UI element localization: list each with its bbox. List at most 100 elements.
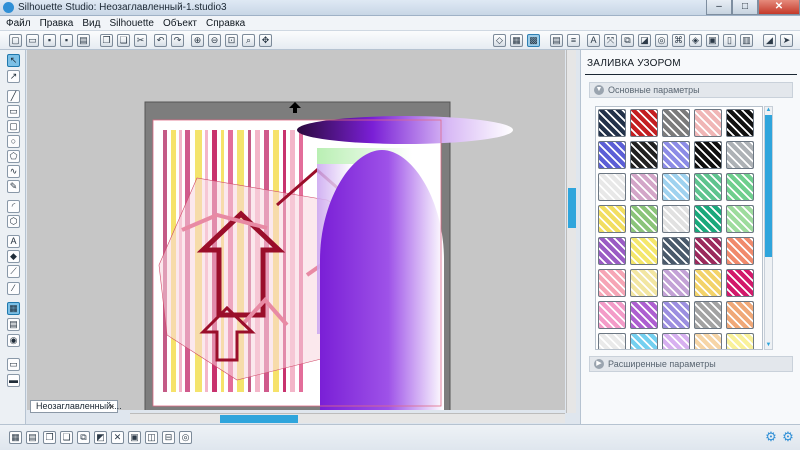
eraser-tool-icon[interactable]: ◆ — [7, 250, 20, 263]
divide-icon[interactable]: ◫ — [145, 431, 158, 444]
new-document-icon[interactable]: ▢ — [9, 34, 22, 47]
pattern-swatch[interactable] — [662, 237, 690, 265]
pattern-swatch[interactable] — [630, 269, 658, 297]
purple-oval-shape[interactable] — [320, 150, 444, 412]
pattern-swatch[interactable] — [630, 301, 658, 329]
pattern-swatch[interactable] — [694, 205, 722, 233]
pattern-swatch[interactable] — [630, 109, 658, 137]
pattern-swatch[interactable] — [662, 173, 690, 201]
pattern-swatch[interactable] — [662, 269, 690, 297]
grid-icon[interactable]: ▦ — [510, 34, 523, 47]
ungroup-icon[interactable]: ▤ — [26, 431, 39, 444]
pattern-swatch[interactable] — [598, 205, 626, 233]
pattern-swatch[interactable] — [694, 301, 722, 329]
pattern-swatch[interactable] — [726, 173, 754, 201]
pattern-swatch[interactable] — [598, 333, 626, 349]
cut-style-icon[interactable]: ▯ — [723, 34, 736, 47]
pattern-swatch[interactable] — [598, 301, 626, 329]
rectangle-tool-icon[interactable]: ▭ — [7, 105, 20, 118]
ellipse-tool-icon[interactable]: ○ — [7, 135, 20, 148]
settings-gear-icon[interactable]: ⚙ — [764, 430, 778, 444]
store-tool-icon[interactable]: ◉ — [7, 334, 20, 347]
pattern-swatch[interactable] — [598, 237, 626, 265]
pattern-swatch[interactable] — [726, 333, 754, 349]
unlock-icon[interactable]: ◎ — [179, 431, 192, 444]
replicate-icon[interactable]: ⧉ — [621, 34, 634, 47]
pattern-swatch[interactable] — [694, 333, 722, 349]
eyedropper-tool-icon[interactable]: ⁄ — [7, 282, 20, 295]
menu-silhouette[interactable]: Silhouette — [109, 18, 153, 29]
pattern-swatch[interactable] — [630, 333, 658, 349]
vertical-scroll-thumb[interactable] — [568, 188, 576, 228]
menu-edit[interactable]: Правка — [40, 18, 74, 29]
pattern-swatch[interactable] — [630, 141, 658, 169]
horizontal-scroll-thumb[interactable] — [220, 415, 298, 423]
undo-icon[interactable]: ↶ — [154, 34, 167, 47]
pattern-scroll-thumb[interactable] — [765, 115, 772, 257]
advanced-settings-header[interactable]: ▶ Расширенные параметры — [589, 356, 793, 372]
zoom-in-icon[interactable]: ⊕ — [191, 34, 204, 47]
registration-icon[interactable]: ▩ — [527, 34, 540, 47]
scroll-up-icon[interactable]: ▲ — [765, 107, 772, 114]
pattern-swatch[interactable] — [726, 109, 754, 137]
text-style-icon[interactable]: A — [587, 34, 600, 47]
design-canvas[interactable] — [27, 50, 565, 413]
curve-tool-icon[interactable]: ∿ — [7, 165, 20, 178]
intersect-icon[interactable]: ✕ — [111, 431, 124, 444]
pattern-swatch[interactable] — [598, 173, 626, 201]
fill-color-icon[interactable]: ▤ — [550, 34, 563, 47]
document-tab[interactable]: Неозаглавленный-... x — [30, 400, 122, 413]
pattern-swatch[interactable] — [726, 269, 754, 297]
design-area-icon[interactable]: ▦ — [7, 302, 20, 315]
menu-view[interactable]: Вид — [82, 18, 100, 29]
close-tab-icon[interactable]: x — [110, 401, 115, 412]
offset-icon[interactable]: ◎ — [655, 34, 668, 47]
cut-icon[interactable]: ✂ — [134, 34, 147, 47]
pattern-swatch[interactable] — [694, 237, 722, 265]
crop-icon[interactable]: ▣ — [128, 431, 141, 444]
knife-tool-icon[interactable]: ⟋ — [7, 265, 20, 278]
lock-icon[interactable]: ⊟ — [162, 431, 175, 444]
regular-polygon-tool-icon[interactable]: ⬡ — [7, 215, 20, 228]
minimize-button[interactable]: – — [706, 0, 732, 15]
copy-icon[interactable]: ❐ — [100, 34, 113, 47]
knife-icon[interactable]: ◢ — [763, 34, 776, 47]
library-tool-icon[interactable]: ▤ — [7, 318, 20, 331]
scroll-down-icon[interactable]: ▼ — [765, 342, 772, 349]
compound-path-icon[interactable]: ❐ — [43, 431, 56, 444]
pattern-swatch[interactable] — [662, 109, 690, 137]
release-compound-icon[interactable]: ❏ — [60, 431, 73, 444]
text-tool-icon[interactable]: A — [7, 235, 20, 248]
basic-settings-header[interactable]: ▼ Основные параметры — [589, 82, 793, 98]
page-setup-icon[interactable]: ◇ — [493, 34, 506, 47]
zoom-fit-icon[interactable]: ⊡ — [225, 34, 238, 47]
pattern-swatch[interactable] — [662, 205, 690, 233]
maximize-button[interactable]: □ — [732, 0, 758, 15]
freehand-tool-icon[interactable]: ✎ — [7, 180, 20, 193]
redo-icon[interactable]: ↷ — [171, 34, 184, 47]
store-icon[interactable]: ▣ — [706, 34, 719, 47]
pattern-swatch[interactable] — [726, 141, 754, 169]
pattern-swatch[interactable] — [598, 141, 626, 169]
canvas-workspace[interactable] — [27, 50, 565, 413]
open-icon[interactable]: ▭ — [26, 34, 39, 47]
pattern-swatch[interactable] — [662, 141, 690, 169]
pattern-swatch[interactable] — [598, 269, 626, 297]
pattern-swatch[interactable] — [726, 237, 754, 265]
polygon-tool-icon[interactable]: ⬠ — [7, 150, 20, 163]
cut-window-icon[interactable]: ▭ — [7, 358, 20, 371]
arc-tool-icon[interactable]: ◜ — [7, 200, 20, 213]
pattern-swatch[interactable] — [694, 109, 722, 137]
pattern-swatch[interactable] — [694, 269, 722, 297]
pattern-swatch[interactable] — [630, 173, 658, 201]
horizontal-scrollbar[interactable] — [130, 413, 565, 423]
subtract-icon[interactable]: ◩ — [94, 431, 107, 444]
pattern-swatch[interactable] — [630, 237, 658, 265]
zoom-out-icon[interactable]: ⊖ — [208, 34, 221, 47]
pattern-swatch[interactable] — [694, 173, 722, 201]
rounded-rectangle-tool-icon[interactable]: ▢ — [7, 120, 20, 133]
weld-icon[interactable]: ⧉ — [77, 431, 90, 444]
preferences-gear-icon[interactable]: ⚙ — [781, 430, 795, 444]
modify-icon[interactable]: ◪ — [638, 34, 651, 47]
pattern-list-scrollbar[interactable]: ▲ ▼ — [764, 106, 773, 350]
